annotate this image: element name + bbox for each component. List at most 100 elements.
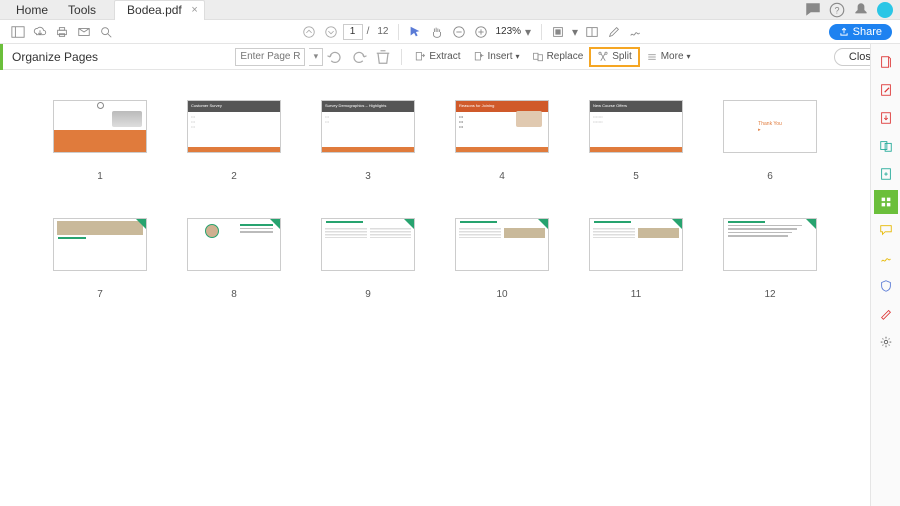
extract-label: Extract — [429, 51, 460, 62]
page-down-icon[interactable] — [321, 22, 341, 42]
accent-bar — [0, 44, 3, 70]
thumbnail-number: 7 — [97, 271, 103, 300]
thumbnail-image: Reasons for Joining••••••••• — [455, 100, 549, 153]
tab-tools[interactable]: Tools — [58, 3, 106, 17]
share-button[interactable]: Share — [829, 24, 892, 40]
annotate-icon[interactable] — [604, 22, 624, 42]
page-thumbnail[interactable]: 9 — [308, 218, 428, 300]
organize-toolbar: Organize Pages ▾ Extract Insert▾ Replace… — [0, 44, 900, 70]
sidebar-toggle-icon[interactable] — [8, 22, 28, 42]
page-thumbnail[interactable]: Customer Survey•••••••••2 — [174, 100, 294, 182]
page-thumbnail[interactable]: Reasons for Joining•••••••••4 — [442, 100, 562, 182]
help-icon[interactable]: ? — [828, 1, 846, 19]
chevron-down-icon: ▾ — [687, 52, 691, 61]
zoom-dropdown-icon[interactable]: ▾ — [523, 22, 533, 42]
thumbnail-number: 8 — [231, 271, 237, 300]
page-current-input[interactable]: 1 — [343, 24, 363, 40]
main-toolbar: 1 / 12 123% ▾ ▾ Share — [0, 20, 900, 44]
page-thumbnail[interactable]: 8 — [174, 218, 294, 300]
thumbnail-number: 3 — [365, 153, 371, 182]
rail-export-pdf-icon[interactable] — [874, 106, 898, 130]
page-thumbnail[interactable]: 12 — [710, 218, 830, 300]
rail-fill-sign-icon[interactable] — [874, 246, 898, 270]
zoom-level[interactable]: 123% — [495, 26, 521, 37]
rail-more-tools-icon[interactable] — [874, 330, 898, 354]
bell-icon[interactable] — [852, 1, 870, 19]
close-tab-icon[interactable]: × — [191, 4, 197, 16]
zoom-out-icon[interactable] — [449, 22, 469, 42]
avatar[interactable] — [876, 1, 894, 19]
read-mode-icon[interactable] — [582, 22, 602, 42]
thumbnail-number: 1 — [97, 153, 103, 182]
page-thumbnail[interactable]: Thank You▸6 — [710, 100, 830, 182]
thumbnail-number: 9 — [365, 271, 371, 300]
thumbnail-image — [589, 218, 683, 271]
organize-title: Organize Pages — [12, 50, 98, 64]
tab-home[interactable]: Home — [6, 3, 58, 17]
thumbnail-number: 5 — [633, 153, 639, 182]
rail-create-pdf-icon[interactable] — [874, 50, 898, 74]
mail-icon[interactable] — [74, 22, 94, 42]
rail-redact-icon[interactable] — [874, 302, 898, 326]
page-sep: / — [367, 26, 370, 37]
chevron-down-icon: ▾ — [516, 52, 520, 61]
thumbnail-area: 1Customer Survey•••••••••2Survey Demogra… — [0, 70, 870, 506]
save-cloud-icon[interactable] — [30, 22, 50, 42]
thumbnail-image — [187, 218, 281, 271]
thumbnail-image: New Course Offers•••••••••••••• — [589, 100, 683, 153]
chat-icon[interactable] — [804, 1, 822, 19]
thumbnail-number: 2 — [231, 153, 237, 182]
page-thumbnail[interactable]: 11 — [576, 218, 696, 300]
window-tabbar: Home Tools Bodea.pdf × ? — [0, 0, 900, 20]
thumbnail-number: 12 — [764, 271, 775, 300]
thumbnail-image — [321, 218, 415, 271]
split-label: Split — [612, 51, 631, 62]
thumbnail-image — [53, 218, 147, 271]
select-tool-icon[interactable] — [405, 22, 425, 42]
rail-edit-pdf-icon[interactable] — [874, 78, 898, 102]
split-button[interactable]: Split — [589, 47, 639, 67]
svg-text:?: ? — [834, 5, 839, 15]
zoom-in-icon[interactable] — [471, 22, 491, 42]
rail-comment-icon[interactable] — [874, 218, 898, 242]
thumbnail-number: 10 — [496, 271, 507, 300]
page-up-icon[interactable] — [299, 22, 319, 42]
thumbnail-image: Survey Demographics – Highlights•••••• — [321, 100, 415, 153]
right-tools-rail — [870, 44, 900, 506]
insert-button[interactable]: Insert▾ — [467, 47, 526, 67]
replace-label: Replace — [547, 51, 584, 62]
rotate-cw-icon[interactable] — [349, 47, 369, 67]
page-total: 12 — [377, 26, 388, 37]
hand-tool-icon[interactable] — [427, 22, 447, 42]
fit-dropdown-icon[interactable]: ▾ — [570, 22, 580, 42]
rail-organize-icon[interactable] — [874, 190, 898, 214]
rail-share-icon[interactable] — [874, 162, 898, 186]
page-thumbnail[interactable]: 10 — [442, 218, 562, 300]
sign-icon[interactable] — [626, 22, 646, 42]
rail-combine-icon[interactable] — [874, 134, 898, 158]
insert-label: Insert — [488, 51, 513, 62]
page-thumbnail[interactable]: New Course Offers••••••••••••••5 — [576, 100, 696, 182]
delete-icon[interactable] — [373, 47, 393, 67]
rail-protect-icon[interactable] — [874, 274, 898, 298]
fit-width-icon[interactable] — [548, 22, 568, 42]
page-thumbnail[interactable]: 1 — [40, 100, 160, 182]
search-icon[interactable] — [96, 22, 116, 42]
rotate-ccw-icon[interactable] — [325, 47, 345, 67]
thumbnail-image — [723, 218, 817, 271]
extract-button[interactable]: Extract — [408, 47, 466, 67]
print-icon[interactable] — [52, 22, 72, 42]
thumbnail-image: Thank You▸ — [723, 100, 817, 153]
replace-button[interactable]: Replace — [526, 47, 590, 67]
tab-document[interactable]: Bodea.pdf × — [114, 0, 205, 20]
thumbnail-number: 6 — [767, 153, 773, 182]
tab-document-label: Bodea.pdf — [127, 3, 182, 17]
thumbnail-number: 4 — [499, 153, 505, 182]
page-range-input[interactable] — [235, 48, 305, 66]
page-range-dropdown[interactable]: ▾ — [309, 48, 323, 66]
more-button[interactable]: More▾ — [640, 47, 697, 67]
page-thumbnail[interactable]: 7 — [40, 218, 160, 300]
thumbnail-image — [455, 218, 549, 271]
page-thumbnail[interactable]: Survey Demographics – Highlights••••••3 — [308, 100, 428, 182]
thumbnail-image — [53, 100, 147, 153]
